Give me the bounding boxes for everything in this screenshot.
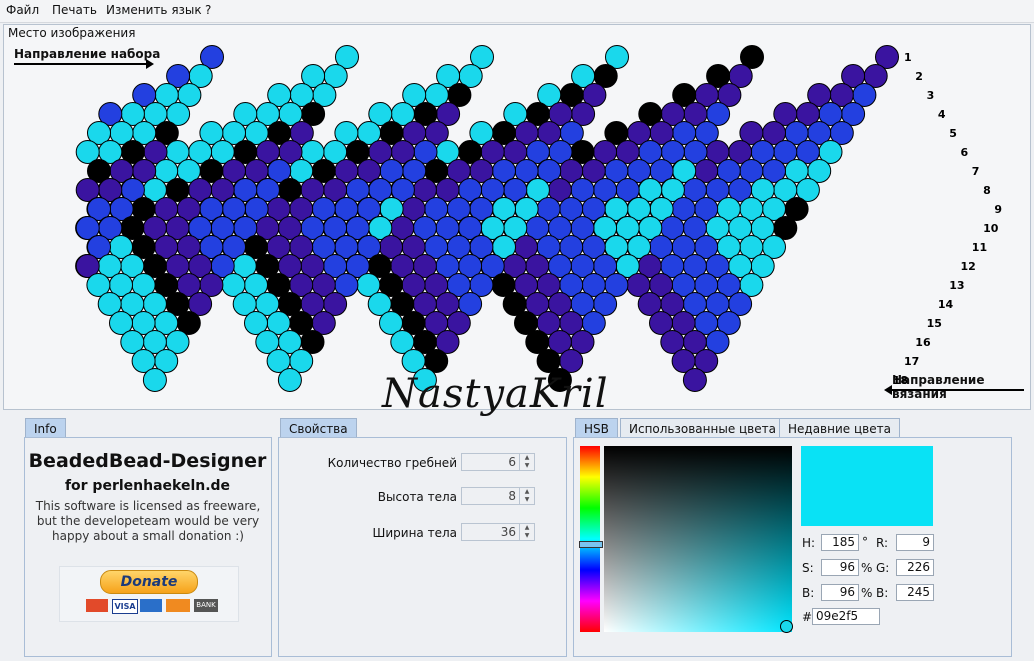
menu-help[interactable]: ?	[205, 3, 211, 17]
saturation-field[interactable]: 96	[821, 559, 859, 576]
menu-print[interactable]: Печать	[52, 3, 97, 17]
tab-recent-colors[interactable]: Недавние цвета	[779, 418, 900, 438]
hex-field[interactable]: 09e2f5	[812, 608, 880, 625]
body-width-value: 36	[500, 525, 516, 539]
brightness-field[interactable]: 96	[821, 584, 859, 601]
spinner-arrows-icon[interactable]: ▲ ▼	[519, 524, 534, 540]
hue-slider-handle[interactable]	[579, 541, 603, 548]
tab-properties[interactable]: Свойства	[280, 418, 357, 438]
row-number-label: 5	[949, 127, 957, 140]
row-number-label: 16	[915, 336, 931, 349]
menu-file[interactable]: Файл	[6, 3, 39, 17]
tab-info[interactable]: Info	[25, 418, 66, 438]
image-area-panel: Место изображения Направление набора Нап…	[3, 24, 1031, 417]
donate-button[interactable]: Donate	[100, 570, 198, 594]
hex-hash: #	[802, 610, 813, 624]
row-number-label: 18	[893, 374, 908, 387]
info-panel: BeadedBead-Designer for perlenhaekeln.de…	[24, 437, 272, 657]
body-height-spinner[interactable]: 8 ▲ ▼	[461, 487, 535, 505]
green-field[interactable]: 226	[896, 559, 934, 576]
percent-unit: %	[861, 586, 873, 600]
row-number-label: 11	[972, 241, 987, 254]
row-number-label: 12	[961, 260, 976, 273]
properties-panel: Количество гребней 6 ▲ ▼ Высота тела 8 ▲ ▼…	[278, 437, 567, 657]
ridge-count-label: Количество гребней	[327, 456, 457, 470]
blue-label: B:	[876, 586, 889, 600]
red-label: R:	[876, 536, 889, 550]
app-subtitle: for perlenhaekeln.de	[64, 478, 231, 494]
row-number-label: 14	[938, 298, 954, 311]
discover-icon	[166, 599, 190, 612]
bank-icon: BANK	[194, 599, 218, 612]
menu-bar: Файл Печать Изменить язык ?	[0, 0, 1034, 23]
row-number-label: 1	[904, 51, 912, 64]
saturation-label: S:	[802, 561, 814, 575]
row-number-label: 3	[927, 89, 935, 102]
selected-color-preview	[801, 446, 933, 526]
bead[interactable]	[682, 368, 707, 392]
row-number-label: 8	[983, 184, 991, 197]
body-height-label: Высота тела	[377, 490, 457, 504]
row-number-label: 4	[938, 108, 946, 121]
body-width-spinner[interactable]: 36 ▲ ▼	[461, 523, 535, 541]
mastercard-icon	[86, 599, 108, 612]
row-number-label: 17	[904, 355, 919, 368]
app-title: BeadedBead-Designer	[28, 450, 267, 472]
ridge-count-spinner[interactable]: 6 ▲ ▼	[461, 453, 535, 471]
hue-slider[interactable]	[580, 446, 600, 632]
tab-hsb[interactable]: HSB	[575, 418, 618, 438]
body-width-label: Ширина тела	[372, 526, 457, 540]
donate-widget[interactable]: Donate VISA BANK	[59, 566, 239, 622]
row-number-label: 7	[972, 165, 980, 178]
menu-change-language[interactable]: Изменить язык	[106, 3, 202, 17]
hue-field[interactable]: 185	[821, 534, 859, 551]
row-number-label: 2	[915, 70, 923, 83]
row-number-label: 10	[983, 222, 999, 235]
row-number-label: 6	[961, 146, 969, 159]
spinner-arrows-icon[interactable]: ▲ ▼	[519, 454, 534, 470]
degree-unit: °	[862, 535, 868, 549]
saturation-brightness-field[interactable]	[604, 446, 792, 632]
red-field[interactable]: 9	[896, 534, 934, 551]
amex-icon	[140, 599, 162, 612]
blue-field[interactable]: 245	[896, 584, 934, 601]
spinner-arrows-icon[interactable]: ▲ ▼	[519, 488, 534, 504]
bead[interactable]	[142, 368, 167, 392]
hue-label: H:	[802, 536, 816, 550]
percent-unit: %	[861, 561, 873, 575]
visa-icon: VISA	[112, 599, 138, 614]
ridge-count-value: 6	[508, 455, 516, 469]
row-number-label: 9	[994, 203, 1002, 216]
row-number-label: 13	[949, 279, 964, 292]
color-chooser-panel: H: 185 ° R: 9 S: 96 % G: 226 B: 96 % B: …	[573, 437, 1012, 657]
green-label: G:	[876, 561, 890, 575]
bead[interactable]	[277, 368, 302, 392]
license-text: This software is licensed as freeware, b…	[35, 499, 261, 543]
row-number-label: 15	[927, 317, 942, 330]
tab-used-colors[interactable]: Использованные цвета	[620, 418, 785, 438]
brightness-label: B:	[802, 586, 815, 600]
color-picker-cursor[interactable]	[780, 620, 793, 633]
body-height-value: 8	[508, 489, 516, 503]
signature-watermark: NastyaKril	[382, 371, 609, 417]
bead-pattern[interactable]: 123456789101112131415161718	[4, 25, 1030, 409]
